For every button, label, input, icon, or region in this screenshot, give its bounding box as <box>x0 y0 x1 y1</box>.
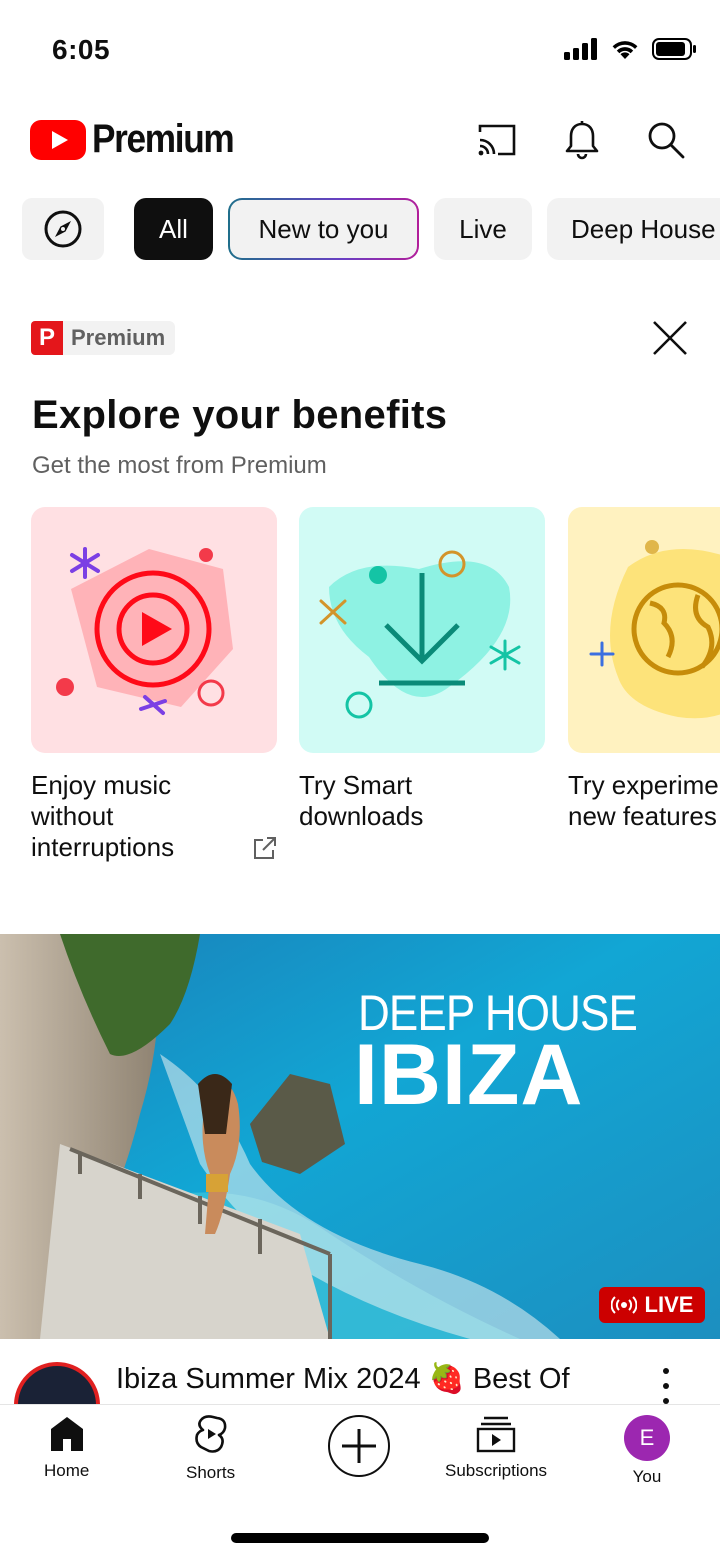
more-dot-icon <box>663 1383 669 1389</box>
benefit-card-music[interactable]: Enjoy music without interruptions <box>31 507 277 863</box>
channel-avatar[interactable] <box>14 1362 100 1404</box>
premium-badge-text: Premium <box>71 325 166 350</box>
home-indicator <box>231 1533 489 1543</box>
home-icon <box>50 1417 83 1451</box>
youtube-premium-logo[interactable]: Premium <box>30 117 253 162</box>
nav-you[interactable]: E You <box>624 1415 670 1487</box>
chip-new-to-you[interactable]: New to you <box>228 198 419 260</box>
more-dot-icon <box>663 1368 669 1374</box>
premium-badge-letter: P <box>31 321 63 355</box>
chip-deep-house[interactable]: Deep House <box>547 198 720 260</box>
search-icon <box>648 122 685 159</box>
wifi-icon <box>612 41 638 59</box>
status-icons <box>564 38 698 60</box>
download-icon <box>319 550 521 719</box>
youtube-logo-icon <box>30 119 86 160</box>
bell-icon <box>565 121 599 160</box>
status-time: 6:05 <box>52 34 111 65</box>
live-badge: LIVE <box>599 1287 705 1323</box>
benefit-art-downloads <box>299 507 545 753</box>
thumbnail-text-line2: IBIZA <box>354 1027 584 1123</box>
benefits-title: Explore your benefits <box>32 393 448 437</box>
premium-badge: P Premium <box>31 321 176 355</box>
chip-explore[interactable] <box>22 198 104 260</box>
chip-all[interactable]: All <box>134 198 213 260</box>
globe-icon <box>589 540 720 719</box>
video-title[interactable]: Ibiza Summer Mix 2024 🍓 Best Of <box>116 1362 570 1396</box>
external-link-icon[interactable] <box>251 834 279 862</box>
benefit-label-downloads: Try Smart downloads <box>299 770 424 831</box>
app-header: Premium <box>0 100 720 180</box>
live-broadcast-icon <box>610 1296 637 1314</box>
music-play-icon <box>56 547 233 715</box>
benefit-art-music <box>31 507 277 753</box>
chip-live[interactable]: Live <box>434 198 532 260</box>
status-bar: 6:05 <box>0 0 720 100</box>
subscriptions-icon <box>476 1416 516 1453</box>
compass-icon <box>44 210 82 248</box>
cast-icon <box>478 124 516 156</box>
create-button[interactable] <box>328 1415 390 1477</box>
nav-shorts[interactable]: Shorts <box>186 1415 235 1483</box>
filter-chips: All New to you Live Deep House <box>0 198 720 260</box>
nav-home[interactable]: Home <box>44 1415 89 1481</box>
search-button[interactable] <box>642 116 690 164</box>
battery-icon <box>652 38 696 60</box>
benefits-subtitle: Get the most from Premium <box>32 452 327 479</box>
chip-new-to-you-label: New to you <box>230 200 417 258</box>
nav-subscriptions[interactable]: Subscriptions <box>445 1415 547 1481</box>
nav-subscriptions-label: Subscriptions <box>445 1461 548 1480</box>
more-options-button[interactable] <box>650 1368 682 1404</box>
nav-shorts-label: Shorts <box>186 1463 236 1482</box>
video-meta: Ibiza Summer Mix 2024 🍓 Best Of <box>0 1340 720 1404</box>
notifications-button[interactable] <box>558 116 606 164</box>
brand-text: Premium <box>92 117 235 161</box>
nav-you-label: You <box>632 1467 662 1486</box>
benefit-art-experimental <box>568 507 720 753</box>
benefit-label-experimental: Try experimental new features <box>568 770 720 831</box>
shorts-icon <box>194 1415 226 1453</box>
video-thumbnail[interactable]: DEEP HOUSE IBIZA LIVE <box>0 934 720 1339</box>
nav-home-label: Home <box>44 1461 90 1480</box>
cellular-signal-icon <box>564 38 597 60</box>
cast-button[interactable] <box>473 116 521 164</box>
close-icon <box>653 321 687 355</box>
benefit-card-experimental[interactable]: Try experimental new features <box>568 507 720 837</box>
live-label: LIVE <box>644 1292 694 1317</box>
benefit-card-downloads[interactable]: Try Smart downloads <box>299 507 545 832</box>
benefit-label-music: Enjoy music without interruptions <box>31 770 175 862</box>
plus-icon <box>342 1429 376 1463</box>
dismiss-button[interactable] <box>648 316 692 360</box>
user-avatar: E <box>624 1415 670 1461</box>
